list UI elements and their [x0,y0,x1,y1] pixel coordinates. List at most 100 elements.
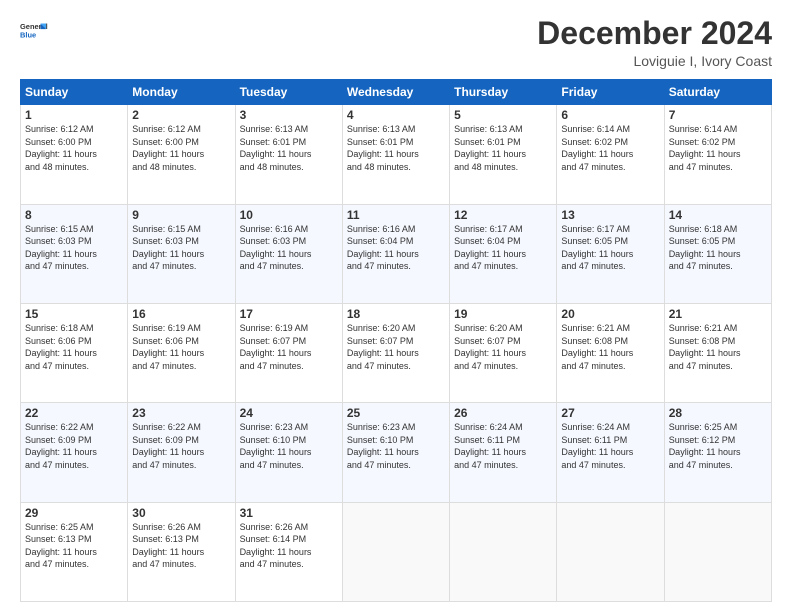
day-number: 12 [454,208,552,222]
day-info: Sunrise: 6:25 AMSunset: 6:12 PMDaylight:… [669,421,767,471]
day-number: 26 [454,406,552,420]
day-info: Sunrise: 6:15 AMSunset: 6:03 PMDaylight:… [25,223,123,273]
calendar-week-row: 8Sunrise: 6:15 AMSunset: 6:03 PMDaylight… [21,204,772,303]
day-info: Sunrise: 6:24 AMSunset: 6:11 PMDaylight:… [454,421,552,471]
header: GeneralBlue December 2024 Loviguie I, Iv… [20,16,772,69]
day-info: Sunrise: 6:16 AMSunset: 6:03 PMDaylight:… [240,223,338,273]
day-info: Sunrise: 6:16 AMSunset: 6:04 PMDaylight:… [347,223,445,273]
calendar-day-header: Wednesday [342,80,449,105]
day-info: Sunrise: 6:18 AMSunset: 6:05 PMDaylight:… [669,223,767,273]
calendar-cell: 9Sunrise: 6:15 AMSunset: 6:03 PMDaylight… [128,204,235,303]
day-info: Sunrise: 6:19 AMSunset: 6:07 PMDaylight:… [240,322,338,372]
calendar-week-row: 15Sunrise: 6:18 AMSunset: 6:06 PMDayligh… [21,303,772,402]
title-block: December 2024 Loviguie I, Ivory Coast [537,16,772,69]
day-info: Sunrise: 6:15 AMSunset: 6:03 PMDaylight:… [132,223,230,273]
day-info: Sunrise: 6:23 AMSunset: 6:10 PMDaylight:… [240,421,338,471]
day-number: 28 [669,406,767,420]
calendar-cell: 6Sunrise: 6:14 AMSunset: 6:02 PMDaylight… [557,105,664,204]
day-info: Sunrise: 6:21 AMSunset: 6:08 PMDaylight:… [669,322,767,372]
calendar-day-header: Saturday [664,80,771,105]
day-number: 16 [132,307,230,321]
calendar-cell: 21Sunrise: 6:21 AMSunset: 6:08 PMDayligh… [664,303,771,402]
calendar-cell: 31Sunrise: 6:26 AMSunset: 6:14 PMDayligh… [235,502,342,601]
day-number: 20 [561,307,659,321]
calendar-day-header: Tuesday [235,80,342,105]
calendar-week-row: 22 Sunrise: 6:22 AMSunset: 6:09 PMDayligh… [21,403,772,502]
calendar-table: SundayMondayTuesdayWednesdayThursdayFrid… [20,79,772,602]
calendar-cell: 29Sunrise: 6:25 AMSunset: 6:13 PMDayligh… [21,502,128,601]
calendar-cell [450,502,557,601]
calendar-cell: 7Sunrise: 6:14 AMSunset: 6:02 PMDaylight… [664,105,771,204]
calendar-cell: 8Sunrise: 6:15 AMSunset: 6:03 PMDaylight… [21,204,128,303]
calendar-cell: 24Sunrise: 6:23 AMSunset: 6:10 PMDayligh… [235,403,342,502]
day-info: Sunrise: 6:25 AMSunset: 6:13 PMDaylight:… [25,521,123,571]
day-info: Sunrise: 6:19 AMSunset: 6:06 PMDaylight:… [132,322,230,372]
day-number: 11 [347,208,445,222]
day-number: 7 [669,108,767,122]
calendar-cell: 20Sunrise: 6:21 AMSunset: 6:08 PMDayligh… [557,303,664,402]
day-number: 15 [25,307,123,321]
calendar-cell: 10Sunrise: 6:16 AMSunset: 6:03 PMDayligh… [235,204,342,303]
day-number: 29 [25,506,123,520]
day-info: Sunrise: 6:12 AMSunset: 6:00 PMDaylight:… [25,123,123,173]
calendar-day-header: Sunday [21,80,128,105]
calendar-cell: 5Sunrise: 6:13 AMSunset: 6:01 PMDaylight… [450,105,557,204]
day-info: Sunrise: 6:18 AMSunset: 6:06 PMDaylight:… [25,322,123,372]
day-number: 21 [669,307,767,321]
day-number: 31 [240,506,338,520]
day-number: 8 [25,208,123,222]
calendar-body: 1Sunrise: 6:12 AMSunset: 6:00 PMDaylight… [21,105,772,602]
calendar-cell: 4Sunrise: 6:13 AMSunset: 6:01 PMDaylight… [342,105,449,204]
day-number: 18 [347,307,445,321]
calendar-cell: 22Sunrise: 6:22 AMSunset: 6:09 PMDayligh… [21,403,128,502]
day-number: 23 [132,406,230,420]
calendar-day-header: Friday [557,80,664,105]
calendar-cell: 16Sunrise: 6:19 AMSunset: 6:06 PMDayligh… [128,303,235,402]
day-number: 25 [347,406,445,420]
day-number: 19 [454,307,552,321]
page: GeneralBlue December 2024 Loviguie I, Iv… [0,0,792,612]
calendar-cell [557,502,664,601]
day-info: Sunrise: 6:17 AMSunset: 6:05 PMDaylight:… [561,223,659,273]
calendar-week-row: 1Sunrise: 6:12 AMSunset: 6:00 PMDaylight… [21,105,772,204]
calendar-cell: 27Sunrise: 6:24 AMSunset: 6:11 PMDayligh… [557,403,664,502]
day-number: 24 [240,406,338,420]
calendar-cell: 26Sunrise: 6:24 AMSunset: 6:11 PMDayligh… [450,403,557,502]
day-number: 3 [240,108,338,122]
day-number: 4 [347,108,445,122]
calendar-day-header: Thursday [450,80,557,105]
day-number: 17 [240,307,338,321]
calendar-cell: 17Sunrise: 6:19 AMSunset: 6:07 PMDayligh… [235,303,342,402]
main-title: December 2024 [537,16,772,51]
calendar-cell [342,502,449,601]
calendar-cell: 30Sunrise: 6:26 AMSunset: 6:13 PMDayligh… [128,502,235,601]
day-info: Sunrise: 6:13 AMSunset: 6:01 PMDaylight:… [347,123,445,173]
day-info: Sunrise: 6:23 AMSunset: 6:10 PMDaylight:… [347,421,445,471]
svg-text:Blue: Blue [20,30,36,39]
calendar-cell: 2Sunrise: 6:12 AMSunset: 6:00 PMDaylight… [128,105,235,204]
day-info: Sunrise: 6:12 AMSunset: 6:00 PMDaylight:… [132,123,230,173]
logo-icon: GeneralBlue [20,16,48,44]
day-info: Sunrise: 6:20 AMSunset: 6:07 PMDaylight:… [454,322,552,372]
calendar-cell: 12Sunrise: 6:17 AMSunset: 6:04 PMDayligh… [450,204,557,303]
day-number: 22 [25,406,123,420]
calendar-cell: 15Sunrise: 6:18 AMSunset: 6:06 PMDayligh… [21,303,128,402]
day-info: Sunrise: 6:13 AMSunset: 6:01 PMDaylight:… [454,123,552,173]
day-number: 27 [561,406,659,420]
calendar-cell: 14Sunrise: 6:18 AMSunset: 6:05 PMDayligh… [664,204,771,303]
day-number: 5 [454,108,552,122]
day-number: 2 [132,108,230,122]
calendar-cell: 25Sunrise: 6:23 AMSunset: 6:10 PMDayligh… [342,403,449,502]
calendar-cell: 23Sunrise: 6:22 AMSunset: 6:09 PMDayligh… [128,403,235,502]
day-info: Sunrise: 6:26 AMSunset: 6:14 PMDaylight:… [240,521,338,571]
day-info: Sunrise: 6:22 AMSunset: 6:09 PMDaylight:… [132,421,230,471]
day-info: Sunrise: 6:20 AMSunset: 6:07 PMDaylight:… [347,322,445,372]
logo: GeneralBlue [20,16,48,44]
day-info: Sunrise: 6:17 AMSunset: 6:04 PMDaylight:… [454,223,552,273]
day-info: Sunrise: 6:14 AMSunset: 6:02 PMDaylight:… [561,123,659,173]
calendar-cell: 18Sunrise: 6:20 AMSunset: 6:07 PMDayligh… [342,303,449,402]
day-info: Sunrise: 6:26 AMSunset: 6:13 PMDaylight:… [132,521,230,571]
calendar-cell: 13Sunrise: 6:17 AMSunset: 6:05 PMDayligh… [557,204,664,303]
day-number: 14 [669,208,767,222]
calendar-cell: 3Sunrise: 6:13 AMSunset: 6:01 PMDaylight… [235,105,342,204]
